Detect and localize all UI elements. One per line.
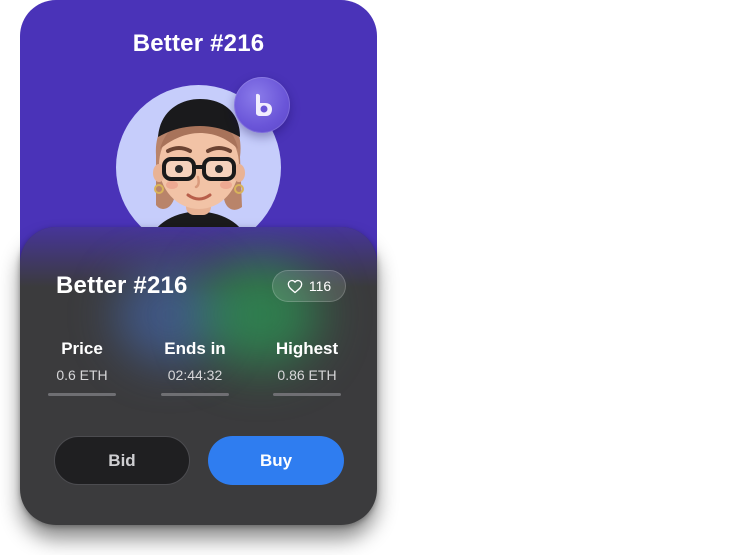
stat-label: Price xyxy=(61,339,103,358)
stat-highest: Highest 0.86 ETH xyxy=(267,339,347,396)
nft-details-panel: Better #216 116 Price 0.6 ETH Ends in 02… xyxy=(20,227,377,525)
stat-label: Highest xyxy=(275,339,339,358)
nft-card-widget: Better #216 Better #216 116 Price 0.6 ET… xyxy=(0,0,749,555)
nft-header-title: Better #216 xyxy=(132,30,265,57)
stat-value: 02:44:32 xyxy=(167,367,223,383)
heart-icon xyxy=(287,279,303,293)
nft-title: Better #216 xyxy=(56,272,188,299)
stat-divider xyxy=(48,393,116,396)
stat-divider xyxy=(273,393,341,396)
thumbs-up-b-icon xyxy=(234,77,290,133)
stat-label: Ends in xyxy=(164,339,226,358)
stat-value: 0.6 ETH xyxy=(56,367,108,383)
stat-ends-in: Ends in 02:44:32 xyxy=(155,339,235,396)
stat-value: 0.86 ETH xyxy=(277,367,337,383)
stat-divider xyxy=(161,393,229,396)
like-count: 116 xyxy=(308,278,332,294)
buy-button[interactable]: Buy xyxy=(208,436,344,485)
bid-button[interactable]: Bid xyxy=(54,436,190,485)
stat-price: Price 0.6 ETH xyxy=(42,339,122,396)
like-button[interactable]: 116 xyxy=(272,270,346,302)
